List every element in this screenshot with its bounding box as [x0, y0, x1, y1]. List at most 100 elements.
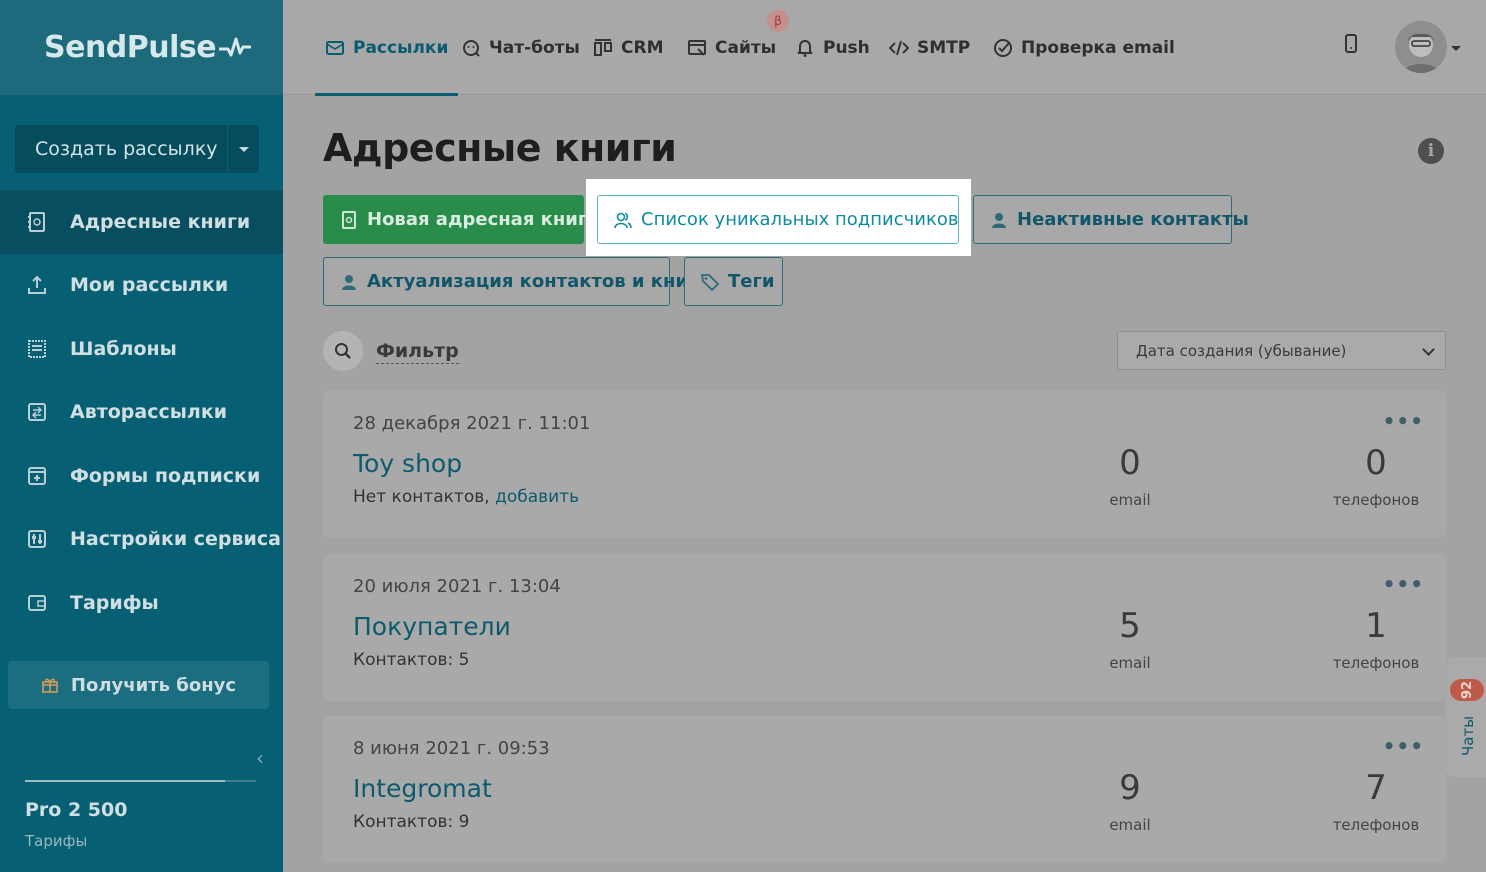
phone-count: 7: [1365, 768, 1387, 808]
chat-widget-tab[interactable]: 92 Чаты: [1446, 657, 1486, 777]
gift-icon: [42, 678, 58, 693]
tab-email-verification[interactable]: Проверка email: [993, 0, 1175, 95]
chat-unread-badge: 92: [1450, 679, 1484, 701]
book-name-link[interactable]: Integromat: [353, 774, 492, 803]
create-campaign-label: Создать рассылку: [35, 138, 218, 160]
more-icon[interactable]: •••: [1383, 409, 1424, 433]
automation-icon: [26, 401, 48, 423]
tab-push[interactable]: Push: [795, 0, 870, 95]
address-book-card[interactable]: 20 июля 2021 г. 13:04 Покупатели Контакт…: [323, 554, 1446, 701]
phone-label: телефонов: [1332, 816, 1420, 834]
unique-subscribers-button[interactable]: Список уникальных подписчиков: [597, 195, 959, 244]
email-label: email: [1109, 654, 1151, 672]
sidebar-item-address-books[interactable]: Адресные книги: [0, 190, 283, 254]
button-label: Неактивные контакты: [1017, 209, 1249, 230]
template-icon: [26, 338, 48, 360]
chatbot-icon: [463, 39, 480, 57]
phone-label: телефонов: [1332, 654, 1420, 672]
user-icon: [342, 274, 356, 290]
tab-label: Рассылки: [353, 37, 449, 58]
tab-sites[interactable]: Сайты: [687, 0, 776, 95]
book-date: 20 июля 2021 г. 13:04: [353, 576, 561, 597]
filter-toggle[interactable]: Фильтр: [376, 339, 459, 364]
address-book-card[interactable]: 8 июня 2021 г. 09:53 Integromat Контакто…: [323, 716, 1446, 863]
sidebar: SendPulse Создать рассылку Адресные книг…: [0, 0, 283, 872]
book-date: 8 июня 2021 г. 09:53: [353, 738, 550, 759]
button-label: Теги: [728, 271, 775, 292]
pulse-icon: [219, 37, 252, 56]
tab-campaigns[interactable]: Рассылки: [315, 0, 459, 96]
phone-count: 1: [1365, 606, 1387, 646]
book-name-link[interactable]: Toy shop: [353, 449, 462, 478]
sort-select[interactable]: Дата создания (убывание): [1117, 331, 1446, 370]
phone-label: телефонов: [1332, 491, 1420, 509]
sidebar-nav: Адресные книги Мои рассылки Шаблоны Авто…: [0, 190, 283, 635]
tab-label: CRM: [621, 37, 664, 58]
email-count: 9: [1119, 768, 1141, 808]
address-book-icon: [342, 210, 356, 229]
sidebar-item-campaigns[interactable]: Мои рассылки: [0, 254, 283, 318]
tab-crm[interactable]: CRM: [593, 0, 663, 95]
sidebar-item-label: Авторассылки: [70, 401, 228, 424]
book-meta: Контактов: 9: [353, 812, 469, 832]
tab-label: Push: [823, 37, 870, 58]
email-count: 0: [1119, 443, 1141, 483]
plan-usage-bar: [25, 780, 256, 782]
get-bonus-button[interactable]: Получить бонус: [8, 661, 269, 709]
chevron-down-icon[interactable]: [1451, 46, 1461, 51]
filter-search-button[interactable]: [323, 331, 363, 371]
sidebar-item-label: Шаблоны: [70, 337, 177, 360]
actualize-contacts-button[interactable]: Актуализация контактов и книг: [323, 257, 697, 306]
beta-badge: β: [767, 10, 789, 32]
sidebar-item-templates[interactable]: Шаблоны: [0, 317, 283, 381]
sidebar-item-automation[interactable]: Авторассылки: [0, 381, 283, 445]
chevron-down-icon: [1422, 343, 1435, 356]
sendpulse-logo[interactable]: SendPulse: [44, 30, 252, 65]
button-label: Актуализация контактов и книг: [367, 271, 698, 292]
more-icon[interactable]: •••: [1383, 734, 1424, 758]
send-icon: [26, 274, 48, 296]
plan-pricing-link[interactable]: Тарифы: [25, 832, 87, 850]
email-count: 5: [1119, 606, 1141, 646]
book-meta-text: Контактов: 9: [353, 812, 470, 832]
book-meta-text: Контактов: 5: [353, 650, 470, 670]
plan-name: Pro 2 500: [25, 799, 128, 821]
mobile-icon[interactable]: [1344, 34, 1358, 54]
tab-label: Сайты: [715, 37, 777, 58]
tags-button[interactable]: Теги: [684, 257, 783, 306]
book-date: 28 декабря 2021 г. 11:01: [353, 413, 591, 434]
address-book-icon: [26, 211, 48, 233]
sidebar-item-settings[interactable]: Настройки сервиса: [0, 508, 283, 572]
address-book-card[interactable]: 28 декабря 2021 г. 11:01 Toy shop Нет ко…: [323, 391, 1446, 538]
avatar[interactable]: [1395, 21, 1447, 73]
search-icon: [335, 343, 351, 359]
bell-icon: [797, 39, 813, 57]
sidebar-item-forms[interactable]: Формы подписки: [0, 444, 283, 508]
button-label: Новая адресная книга: [367, 209, 600, 230]
sidebar-item-pricing[interactable]: Тарифы: [0, 571, 283, 635]
tag-icon: [700, 273, 720, 291]
more-icon[interactable]: •••: [1383, 572, 1424, 596]
book-name-link[interactable]: Покупатели: [353, 612, 511, 641]
settings-icon: [26, 528, 48, 550]
collapse-sidebar-icon[interactable]: ‹: [256, 746, 264, 770]
logo-text: SendPulse: [44, 30, 217, 65]
sidebar-item-label: Мои рассылки: [70, 274, 229, 297]
create-campaign-dropdown[interactable]: [227, 125, 259, 173]
user-avatar-icon: [1403, 33, 1439, 73]
check-circle-icon: [994, 38, 1012, 57]
info-icon[interactable]: i: [1418, 138, 1444, 164]
email-label: email: [1109, 491, 1151, 509]
book-meta: Контактов: 5: [353, 650, 469, 670]
tab-chatbots[interactable]: Чат-боты: [461, 0, 580, 95]
phone-count: 0: [1365, 443, 1387, 483]
tab-smtp[interactable]: SMTP: [889, 0, 970, 95]
page-title: Адресные книги: [323, 126, 677, 170]
create-campaign-button[interactable]: Создать рассылку: [15, 125, 259, 173]
wallet-icon: [26, 592, 48, 614]
inactive-contacts-button[interactable]: Неактивные контакты: [973, 195, 1249, 244]
chat-widget-label: Чаты: [1459, 715, 1477, 756]
new-address-book-button[interactable]: Новая адресная книга: [323, 195, 599, 244]
add-contacts-link[interactable]: добавить: [495, 487, 579, 507]
sidebar-item-label: Тарифы: [70, 591, 159, 614]
